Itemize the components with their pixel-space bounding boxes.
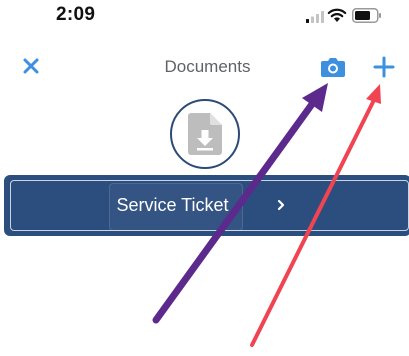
page-title: Documents xyxy=(164,57,251,76)
camera-icon[interactable] xyxy=(320,56,346,78)
signal-icon xyxy=(306,11,324,23)
close-icon[interactable] xyxy=(21,56,41,76)
chevron-right-icon xyxy=(277,199,285,211)
documents-screen: 2:09 Documents Service Ticket xyxy=(0,0,409,356)
battery-icon xyxy=(352,8,381,23)
wifi-icon xyxy=(327,8,347,22)
plus-icon[interactable] xyxy=(373,56,395,78)
service-ticket-label: Service Ticket xyxy=(116,195,229,215)
document-download-icon[interactable] xyxy=(170,99,240,169)
file-download-icon xyxy=(188,113,222,155)
status-time: 2:09 xyxy=(56,4,96,25)
